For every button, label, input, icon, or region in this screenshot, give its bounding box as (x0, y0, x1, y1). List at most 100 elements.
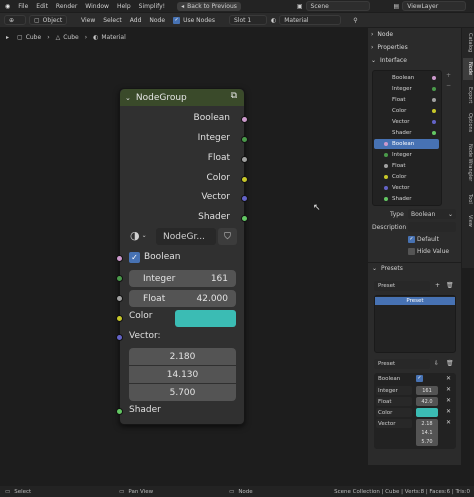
output-socket-boolean[interactable] (241, 116, 248, 123)
menu-render[interactable]: Render (56, 3, 77, 10)
preset-name-input[interactable]: Preset (374, 281, 430, 291)
preset-list-item[interactable]: Preset (375, 297, 455, 305)
tab-tool[interactable]: Tool (463, 190, 473, 208)
tab-export[interactable]: Export (463, 84, 473, 106)
sidebar-toggle-icon[interactable]: ▸ (6, 34, 9, 41)
integer-field[interactable]: Integer 161 (129, 270, 236, 287)
close-icon[interactable]: ✕ (446, 419, 451, 426)
status-node: Node (238, 488, 253, 495)
add-preset-icon[interactable]: + (435, 282, 440, 289)
collapse-chevron-icon[interactable]: ⌄ (125, 94, 131, 102)
node-header[interactable]: ⌄ NodeGroup ⧉ (120, 89, 244, 106)
preset-integer-name[interactable]: Integer (376, 386, 412, 395)
float-field[interactable]: Float 42.000 (129, 290, 236, 307)
scene-selector[interactable]: Scene (305, 1, 370, 11)
header-menu-add[interactable]: Add (130, 17, 142, 24)
group-browse[interactable]: ◑ ⌄ (130, 229, 147, 242)
default-checkbox[interactable]: ✓ (408, 236, 415, 243)
preset-vector-z[interactable]: 5.70 (416, 437, 438, 446)
node-group-icon[interactable]: ⧉ (231, 91, 237, 101)
use-nodes-checkbox[interactable]: ✓ (173, 16, 181, 24)
header-menu-view[interactable]: View (81, 17, 95, 24)
preset-float-value-field[interactable]: 42.0 (416, 397, 438, 406)
item-label: Vector (392, 185, 410, 191)
interface-output-vector[interactable]: Vector (376, 117, 438, 127)
interface-output-integer[interactable]: Integer (376, 84, 438, 94)
header-menu-node[interactable]: Node (149, 17, 165, 24)
interface-output-shader[interactable]: Shader (376, 128, 438, 138)
input-socket-vector[interactable] (116, 334, 123, 341)
input-socket-boolean[interactable] (116, 255, 123, 262)
group-name-field[interactable]: NodeGr... (156, 228, 216, 245)
vector-y-field[interactable]: 14.130 (129, 366, 236, 383)
preset-field[interactable]: Preset (374, 359, 430, 369)
properties-section-header[interactable]: › Properties (371, 44, 408, 51)
preset-float-name[interactable]: Float (376, 397, 412, 406)
remove-socket-icon[interactable]: − (446, 82, 451, 89)
type-dropdown[interactable]: Boolean ⌄ (408, 209, 456, 219)
preset-vector-x[interactable]: 2.18 (416, 419, 438, 428)
preset-vector-y[interactable]: 14.1 (416, 428, 438, 437)
boolean-checkbox[interactable]: ✓ (129, 252, 140, 263)
back-to-previous-button[interactable]: ◂ Back to Previous (177, 1, 241, 11)
tab-node[interactable]: Node (463, 58, 473, 80)
output-socket-shader[interactable] (241, 215, 248, 222)
close-icon[interactable]: ✕ (446, 397, 451, 404)
menu-window[interactable]: Window (85, 3, 109, 10)
menu-simplify[interactable]: Simplify! (139, 3, 165, 10)
input-socket-integer[interactable] (116, 275, 123, 282)
output-socket-color[interactable] (241, 176, 248, 183)
interface-output-boolean[interactable]: Boolean (376, 73, 438, 83)
mode-selector[interactable]: ▢ Object (29, 15, 67, 25)
fake-user-button[interactable]: ⛉ (218, 228, 237, 245)
description-input[interactable] (408, 222, 456, 232)
input-socket-color[interactable] (116, 315, 123, 322)
delete-preset-icon[interactable]: 🗑 (446, 282, 454, 289)
node-group-node[interactable]: ⌄ NodeGroup ⧉ Boolean Integer Float Colo… (116, 88, 248, 425)
preset-vector-name[interactable]: Vector (376, 419, 412, 428)
preset-boolean-checkbox[interactable]: ✓ (416, 375, 423, 382)
material-selector[interactable]: Material (279, 15, 342, 25)
menu-help[interactable]: Help (117, 3, 131, 10)
float-value: 42.000 (196, 293, 229, 304)
preset-color-swatch[interactable] (416, 408, 438, 417)
hide-value-checkbox[interactable] (408, 248, 415, 255)
mouse-cursor-icon: ↖ (313, 203, 321, 213)
vector-x-field[interactable]: 2.180 (129, 348, 236, 365)
tab-catalog[interactable]: Catalog (463, 32, 473, 54)
output-socket-vector[interactable] (241, 195, 248, 202)
tab-node-wrangler[interactable]: Node Wrangler (463, 140, 473, 186)
close-icon[interactable]: ✕ (446, 386, 451, 393)
input-socket-shader[interactable] (116, 408, 123, 415)
interface-output-color[interactable]: Color (376, 106, 438, 116)
view-layer-selector[interactable]: ViewLayer (402, 1, 467, 11)
editor-type-selector[interactable]: ⊕ (4, 15, 26, 25)
preset-integer-value-field[interactable]: 161 (416, 386, 438, 395)
interface-output-float[interactable]: Float (376, 95, 438, 105)
presets-section-header[interactable]: ⌄ Presets (372, 265, 403, 272)
header-menu-select[interactable]: Select (103, 17, 122, 24)
slot-selector[interactable]: Slot 1 (228, 15, 267, 25)
blender-logo-icon[interactable]: ◉ (5, 3, 10, 10)
pin-icon[interactable]: ⚲ (353, 17, 357, 24)
interface-section-header[interactable]: ⌄ Interface (371, 57, 407, 64)
tab-view[interactable]: View (463, 212, 473, 230)
close-icon[interactable]: ✕ (446, 375, 451, 382)
download-icon[interactable]: ⇩ (434, 360, 439, 367)
menu-edit[interactable]: Edit (36, 3, 48, 10)
input-socket-float[interactable] (116, 295, 123, 302)
color-swatch[interactable] (175, 310, 236, 327)
output-socket-float[interactable] (241, 156, 248, 163)
preset-float-value: 42.0 (421, 398, 433, 405)
output-socket-integer[interactable] (241, 136, 248, 143)
trash-icon[interactable]: 🗑 (446, 360, 454, 367)
close-icon[interactable]: ✕ (446, 408, 451, 415)
node-section-header[interactable]: › Node (371, 31, 393, 38)
material-browse-icon[interactable]: ◐ (271, 17, 276, 24)
item-label: Float (392, 97, 406, 103)
menu-file[interactable]: File (18, 3, 28, 10)
preset-color-name[interactable]: Color (376, 408, 412, 417)
vector-z-field[interactable]: 5.700 (129, 384, 236, 401)
tab-options[interactable]: Options (463, 110, 473, 136)
add-socket-icon[interactable]: + (446, 72, 451, 79)
